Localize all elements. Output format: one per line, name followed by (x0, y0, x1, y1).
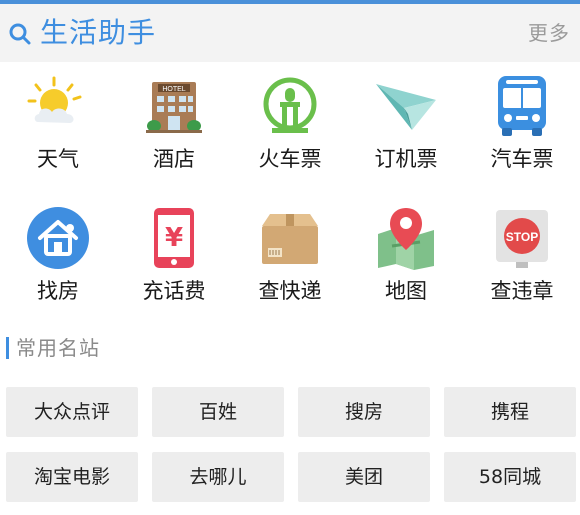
page-title: 生活助手 (40, 16, 157, 49)
site-link[interactable]: 携程 (444, 387, 576, 437)
weather-icon (27, 76, 82, 123)
hotel-sign-text: HOTEL (162, 86, 185, 93)
tool-label: 订机票 (374, 147, 438, 171)
app-header: 生活助手 更多 (0, 4, 580, 62)
site-link[interactable]: 美团 (298, 452, 430, 502)
tool-weather[interactable]: 天气 (0, 62, 116, 187)
map-pin-icon (378, 208, 434, 270)
svg-text:¥: ¥ (165, 223, 183, 253)
tool-track-package[interactable]: 查快递 (232, 194, 348, 319)
bus-icon (498, 76, 546, 136)
site-link[interactable]: 百姓 (152, 387, 284, 437)
package-icon (262, 214, 318, 264)
train-icon (263, 77, 317, 133)
site-link[interactable]: 58同城 (444, 452, 576, 502)
site-link[interactable]: 去哪儿 (152, 452, 284, 502)
paper-plane-icon (376, 84, 436, 130)
tool-hotel[interactable]: HOTEL 酒店 (116, 62, 232, 187)
section-accent-bar (6, 337, 9, 359)
tool-label: 查违章 (490, 279, 554, 303)
site-link[interactable]: 淘宝电影 (6, 452, 138, 502)
tool-find-house[interactable]: 找房 (0, 194, 116, 319)
tool-label: 找房 (37, 279, 79, 303)
tool-map[interactable]: 地图 (348, 194, 464, 319)
tool-label: 火车票 (258, 147, 322, 171)
tool-label: 充话费 (142, 279, 206, 303)
tool-train-ticket[interactable]: 火车票 (232, 62, 348, 187)
tool-bus-ticket[interactable]: 汽车票 (464, 62, 580, 187)
stop-sign-icon: STOP (496, 210, 548, 268)
site-link[interactable]: 大众点评 (6, 387, 138, 437)
stop-sign-text: STOP (506, 230, 538, 244)
tool-label: 地图 (385, 279, 427, 303)
hotel-icon: HOTEL (146, 82, 202, 133)
tool-label: 天气 (37, 147, 79, 171)
search-icon[interactable] (8, 22, 32, 46)
more-link[interactable]: 更多 (528, 20, 570, 46)
tool-label: 汽车票 (490, 147, 554, 171)
phone-yuan-icon: ¥ (154, 208, 194, 268)
tool-phone-recharge[interactable]: ¥ 充话费 (116, 194, 232, 319)
house-icon (27, 207, 89, 269)
tool-grid: 天气 HOTEL 酒店 火车票 订机票 汽车票 找房 ¥ 充话费 查快递 地图 … (0, 62, 580, 312)
tool-label: 查快递 (258, 279, 322, 303)
tool-flight-ticket[interactable]: 订机票 (348, 62, 464, 187)
section-title: 常用名站 (16, 336, 100, 360)
tool-label: 酒店 (153, 147, 195, 171)
tool-traffic-violation[interactable]: STOP 查违章 (464, 194, 580, 319)
site-link[interactable]: 搜房 (298, 387, 430, 437)
